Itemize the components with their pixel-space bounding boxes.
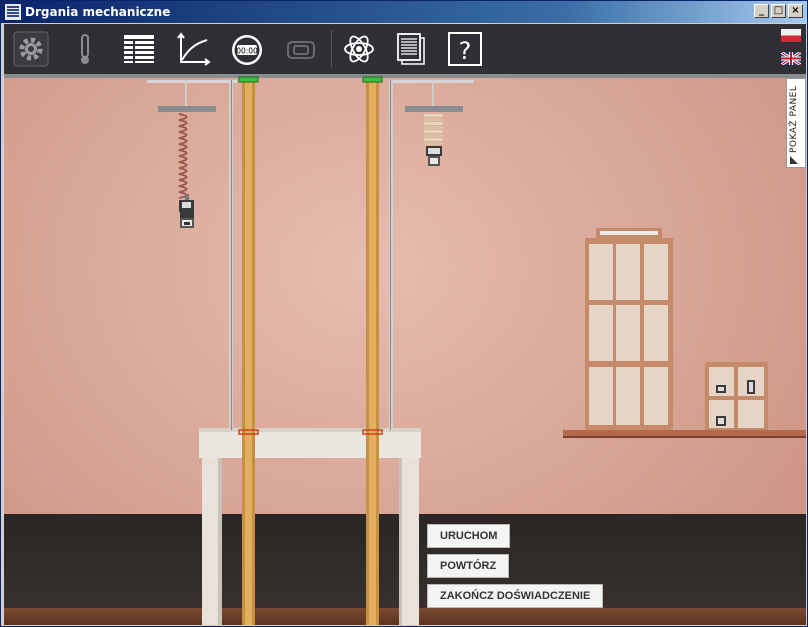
graph-button[interactable] [174, 30, 212, 68]
pl-flag-icon[interactable] [781, 29, 801, 42]
repeat-button[interactable]: POWTÓRZ [427, 554, 510, 578]
stopwatch-button[interactable]: 00:00 [228, 30, 266, 68]
start-button[interactable]: URUCHOM [427, 524, 511, 548]
maximize-button[interactable]: □ [771, 4, 786, 18]
lab-scene: POKAŻ PANEL URUCHOM POWTÓRZ ZAKOŃCZ DOŚW… [4, 74, 806, 625]
title-bar: Drgania mechaniczne _ □ × [1, 1, 807, 23]
stopwatch-readout: 00:00 [236, 47, 258, 56]
camera-button[interactable] [282, 30, 320, 68]
ruler-right [362, 76, 383, 625]
show-panel-tab[interactable]: POKAŻ PANEL [786, 78, 806, 168]
notebook-icon [397, 33, 425, 65]
table-button[interactable] [120, 30, 158, 68]
simulation-button[interactable] [340, 30, 378, 68]
help-icon: ? [448, 32, 482, 66]
atom-icon [344, 35, 374, 63]
lab-table [199, 428, 421, 625]
graph-icon [177, 32, 211, 66]
help-glyph: ? [459, 37, 472, 65]
gear-icon [13, 31, 49, 67]
window-controls: _ □ × [754, 4, 803, 18]
close-button[interactable]: × [788, 4, 803, 18]
panel-corner-icon [790, 156, 798, 164]
finish-experiment-button[interactable]: ZAKOŃCZ DOŚWIADCZENIE [427, 584, 604, 608]
help-button[interactable]: ? [446, 30, 484, 68]
minimize-button[interactable]: _ [754, 4, 769, 18]
table-icon [124, 35, 154, 63]
toolbar-divider [331, 30, 332, 68]
settings-button[interactable] [12, 30, 50, 68]
spring-app-icon [5, 4, 21, 20]
temperature-button[interactable] [66, 30, 104, 68]
uk-flag-icon[interactable] [781, 52, 801, 65]
stopwatch-icon: 00:00 [232, 35, 262, 65]
camera-icon [287, 41, 315, 59]
toolbar: 00:00 ? [4, 24, 806, 74]
ruler-left [238, 76, 259, 625]
thermometer-icon [81, 34, 89, 64]
spring-cabinet [585, 228, 673, 430]
wall-shelf [563, 430, 806, 438]
compressed-spring [424, 114, 443, 145]
show-panel-label: POKAŻ PANEL [789, 85, 799, 153]
notebook-button[interactable] [392, 30, 430, 68]
app-window: Drgania mechaniczne _ □ × 00:00 ? POKAŻ … [0, 0, 808, 627]
right-stand [389, 80, 474, 430]
experiment-apparatus [147, 76, 806, 625]
window-title: Drgania mechaniczne [25, 5, 171, 19]
weights-cabinet [705, 362, 768, 430]
left-stand [147, 80, 237, 430]
